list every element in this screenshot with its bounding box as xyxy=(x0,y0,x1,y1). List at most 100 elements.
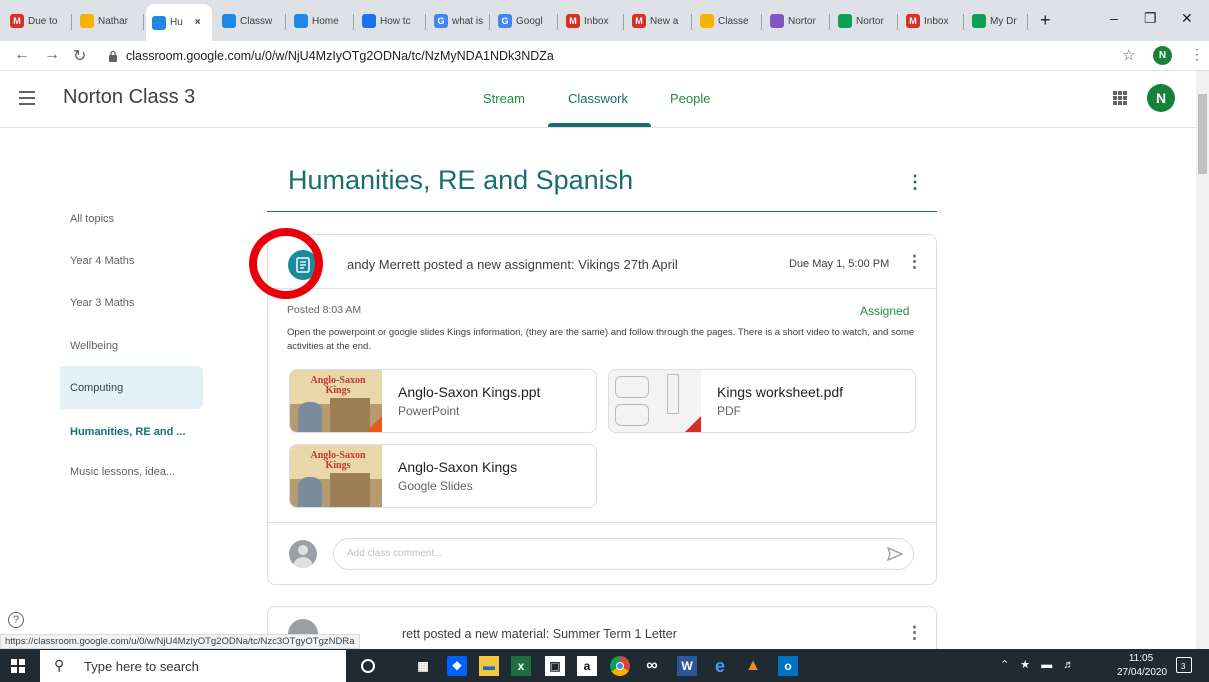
taskbar-search-box[interactable]: ⚲ Type here to search xyxy=(40,650,346,682)
page-scrollbar[interactable] xyxy=(1196,71,1209,649)
attachment-title: Anglo-Saxon Kings xyxy=(398,459,518,475)
vlc-icon[interactable]: ▲ xyxy=(743,656,763,676)
amazon-icon[interactable]: a xyxy=(577,656,597,676)
sidebar-item-humanities[interactable]: Humanities, RE and ... xyxy=(60,410,203,453)
class-name[interactable]: Norton Class 3 xyxy=(63,86,195,109)
url-text: classroom.google.com/u/0/w/NjU4MzIyOTg2O… xyxy=(126,49,554,63)
sidebar-item-computing[interactable]: Computing xyxy=(60,366,203,409)
classroom-icon xyxy=(152,15,166,30)
task-view-icon[interactable]: ▦ xyxy=(413,656,433,676)
sidebar-item-all-topics[interactable]: All topics xyxy=(60,197,203,240)
tab-people[interactable]: People xyxy=(670,91,710,106)
browser-tab[interactable]: Classw xyxy=(216,8,284,34)
sidebar-item-year3-maths[interactable]: Year 3 Maths xyxy=(60,281,203,324)
attachment-pdf[interactable]: Kings worksheet.pdf PDF xyxy=(608,369,916,433)
due-date: Due May 1, 5:00 PM xyxy=(789,258,890,270)
windows-start-icon[interactable] xyxy=(11,659,25,673)
bookmark-star-icon[interactable]: ☆ xyxy=(1122,46,1135,64)
browser-tab[interactable]: How tc xyxy=(356,8,424,34)
browser-tab[interactable]: Gwhat is xyxy=(428,8,488,34)
lock-icon xyxy=(109,50,117,62)
docs-icon xyxy=(362,14,376,28)
browser-tab[interactable]: Nathar xyxy=(74,8,142,34)
assignment-headline[interactable]: andy Merrett posted a new assignment: Vi… xyxy=(347,257,678,272)
topic-title: Humanities, RE and Spanish xyxy=(288,165,634,195)
notification-count: 3 xyxy=(1181,662,1186,671)
new-tab-button[interactable]: + xyxy=(1040,10,1051,31)
browser-tab[interactable]: Classe xyxy=(694,8,760,34)
clock-time[interactable]: 11:05 xyxy=(1121,653,1161,664)
file-explorer-icon[interactable]: ▬ xyxy=(479,656,499,676)
browser-tab[interactable]: M Inbox xyxy=(900,8,962,34)
close-tab-icon[interactable]: × xyxy=(195,17,201,28)
tab-separator xyxy=(489,14,490,30)
browser-menu-icon[interactable]: ⋮ xyxy=(1190,46,1204,63)
help-icon[interactable]: ? xyxy=(8,612,24,628)
tab-separator xyxy=(691,14,692,30)
forward-icon[interactable]: → xyxy=(44,46,60,64)
browser-tab-label: New a xyxy=(650,15,679,27)
chrome-icon[interactable] xyxy=(610,656,630,676)
browser-tab[interactable]: Hu × xyxy=(146,4,212,41)
home-icon xyxy=(294,14,308,28)
infinity-app-icon[interactable]: ∞ xyxy=(642,656,662,676)
browser-tab-label: what is xyxy=(452,15,484,27)
annotation-circle xyxy=(249,228,323,299)
sidebar-item-music[interactable]: Music lessons, idea... xyxy=(60,450,203,493)
apps-grid-icon[interactable] xyxy=(1113,91,1127,105)
drive-icon xyxy=(838,14,852,28)
main-menu-icon[interactable] xyxy=(19,91,35,105)
close-window-icon[interactable]: ✕ xyxy=(1181,10,1193,27)
notification-icon[interactable]: 3 xyxy=(1176,657,1192,673)
store-icon[interactable]: ▣ xyxy=(545,656,565,676)
cortana-icon[interactable] xyxy=(361,659,375,673)
account-avatar[interactable]: N xyxy=(1147,84,1175,112)
browser-tab[interactable]: Nortor xyxy=(764,8,828,34)
system-tray-icons[interactable]: ⌃ ★ ▬ ♬ xyxy=(1000,658,1078,671)
attachment-type: PDF xyxy=(717,404,741,418)
browser-tab[interactable]: M Inbox xyxy=(560,8,622,34)
word-icon[interactable]: W xyxy=(677,656,697,676)
comment-input[interactable]: Add class comment... xyxy=(333,538,914,570)
next-post-options-icon[interactable]: ⋮ xyxy=(906,623,923,643)
minimize-icon[interactable]: – xyxy=(1110,10,1118,26)
next-post-headline[interactable]: rett posted a new material: Summer Term … xyxy=(402,627,677,641)
anglo-saxon-thumbnail: Anglo-Saxon Kings xyxy=(290,445,382,507)
browser-tab[interactable]: M Due to xyxy=(4,8,70,34)
status-bar-url: https://classroom.google.com/u/0/w/NjU4M… xyxy=(0,634,360,649)
sidebar-item-wellbeing[interactable]: Wellbeing xyxy=(60,324,203,367)
restore-icon[interactable]: ❐ xyxy=(1144,10,1157,27)
worksheet-thumbnail xyxy=(609,370,701,432)
file-corner-icon xyxy=(366,416,382,432)
attachment-ppt[interactable]: Anglo-Saxon Kings Anglo-Saxon Kings.ppt … xyxy=(289,369,597,433)
attachment-slides[interactable]: Anglo-Saxon Kings Anglo-Saxon Kings Goog… xyxy=(289,444,597,508)
browser-tab-strip: M Due to Nathar Hu × Classw Home How tc Gwhat is… xyxy=(0,0,1209,41)
send-icon[interactable] xyxy=(887,547,903,561)
tab-classwork[interactable]: Classwork xyxy=(568,91,628,106)
tab-separator xyxy=(353,14,354,30)
browser-tab[interactable]: M New a xyxy=(626,8,690,34)
edge-icon[interactable]: e xyxy=(710,656,730,676)
address-bar[interactable]: classroom.google.com/u/0/w/NjU4MzIyOTg2O… xyxy=(108,44,1108,68)
google-icon: G xyxy=(498,14,512,28)
back-icon[interactable]: ← xyxy=(14,46,30,64)
profile-avatar[interactable]: N xyxy=(1153,46,1172,65)
reload-icon[interactable]: ↻ xyxy=(73,46,86,66)
attachment-type: PowerPoint xyxy=(398,404,460,418)
tab-stream[interactable]: Stream xyxy=(483,91,525,106)
browser-tab[interactable]: G Googl xyxy=(492,8,556,34)
scrollbar-thumb[interactable] xyxy=(1198,94,1207,174)
gmail-icon: M xyxy=(632,14,646,28)
browser-tab[interactable]: Home xyxy=(288,8,352,34)
outlook-icon[interactable]: o xyxy=(778,656,798,676)
browser-tab-label: Nortor xyxy=(788,15,816,27)
excel-icon[interactable]: x xyxy=(511,656,531,676)
sidebar-item-year4-maths[interactable]: Year 4 Maths xyxy=(60,239,203,282)
assignment-options-icon[interactable]: ⋮ xyxy=(906,252,923,272)
browser-tab[interactable]: My Dr xyxy=(966,8,1026,34)
browser-tab[interactable]: Nortor xyxy=(832,8,896,34)
clock-date[interactable]: 27/04/2020 xyxy=(1117,667,1167,678)
dropbox-icon[interactable]: ❖ xyxy=(447,656,467,676)
tab-separator xyxy=(623,14,624,30)
topic-options-icon[interactable]: ⋮ xyxy=(906,172,924,193)
